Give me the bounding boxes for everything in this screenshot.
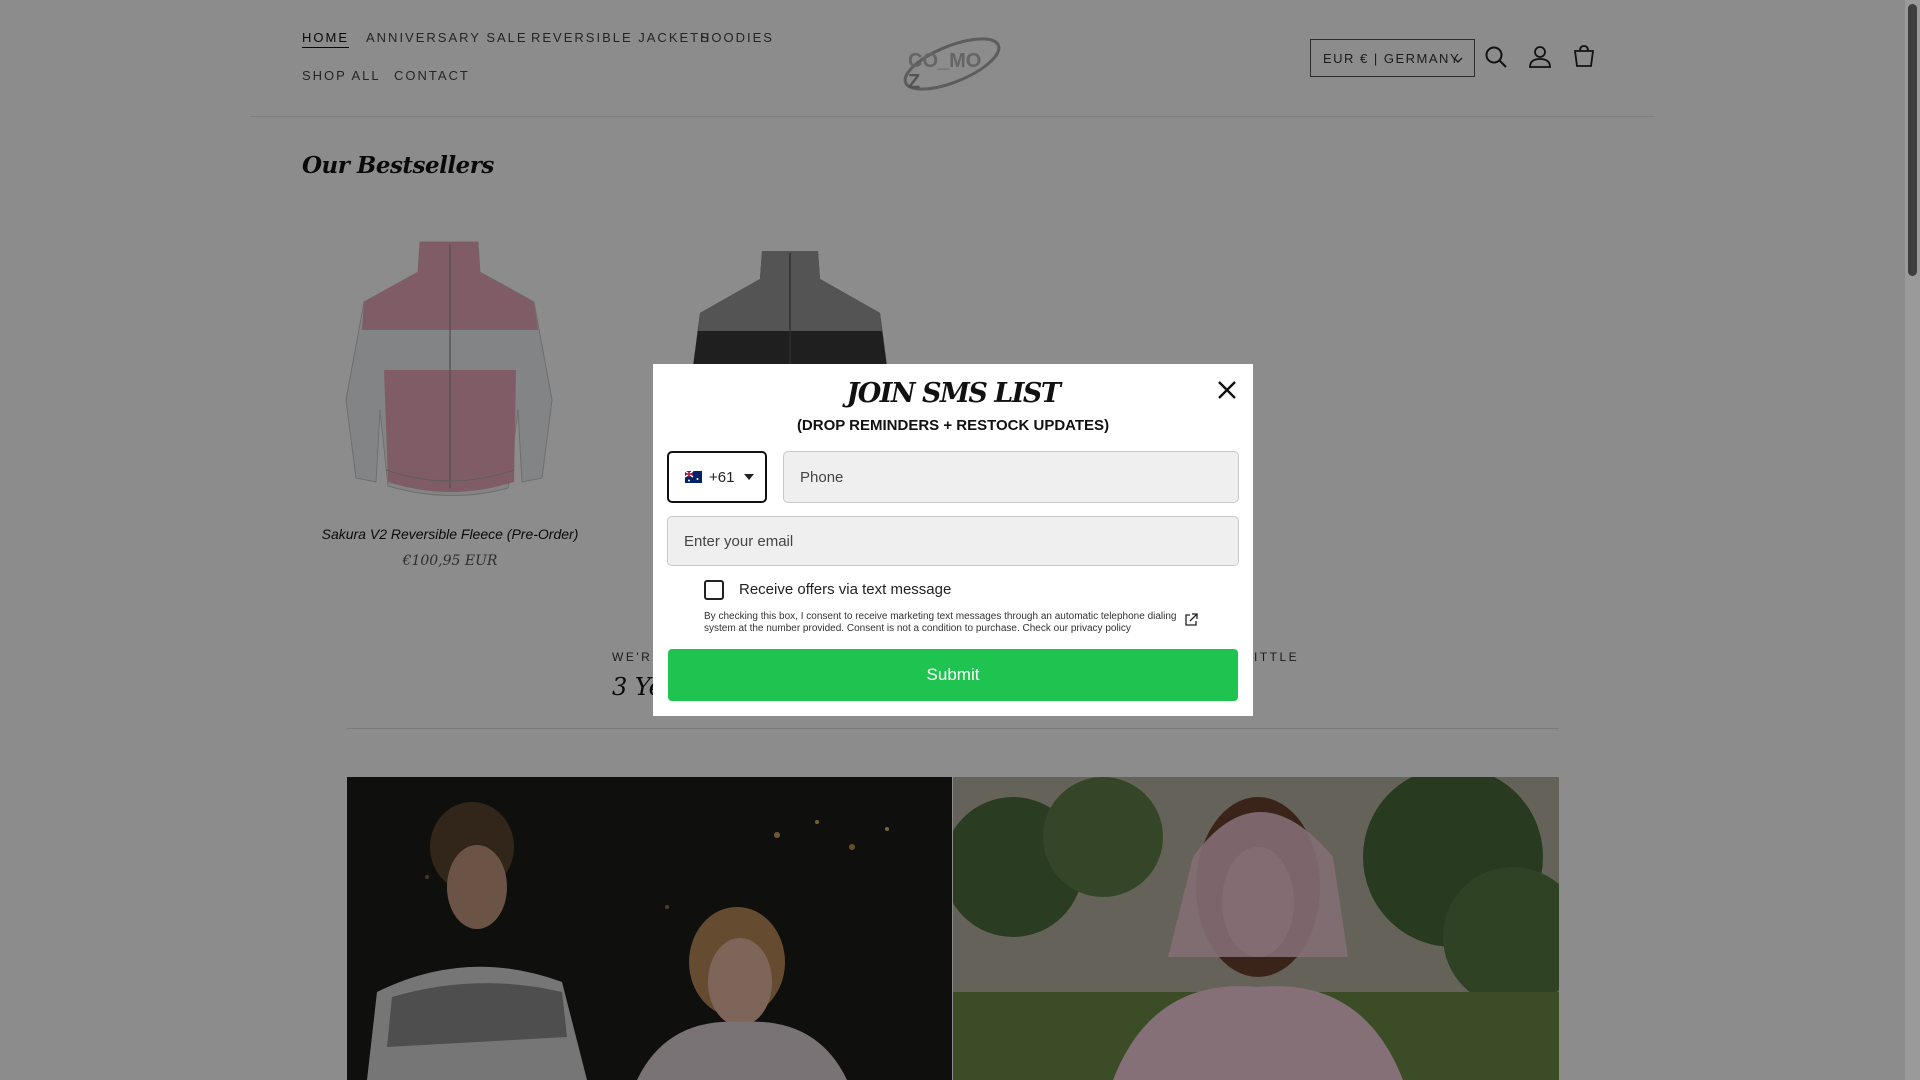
phone-input[interactable] (783, 451, 1239, 503)
australia-flag-icon (685, 471, 702, 483)
caret-down-icon (744, 474, 755, 480)
external-link-icon[interactable] (1184, 613, 1198, 627)
email-input[interactable] (667, 516, 1239, 566)
modal-title: JOIN SMS LIST (846, 378, 1062, 409)
sms-offers-checkbox[interactable] (704, 580, 724, 600)
page-scrollbar[interactable] (1905, 0, 1920, 1080)
country-code-select[interactable]: +61 (667, 451, 767, 503)
country-code-value: +61 (709, 468, 735, 486)
scrollbar-thumb[interactable] (1908, 4, 1917, 276)
checkbox-label[interactable]: Receive offers via text message (739, 581, 951, 598)
sms-signup-modal: JOIN SMS LIST (DROP REMINDERS + RESTOCK … (653, 364, 1253, 716)
close-icon[interactable] (1214, 377, 1240, 403)
modal-subtitle: (DROP REMINDERS + RESTOCK UPDATES) (796, 417, 1110, 434)
submit-button[interactable]: Submit (668, 649, 1238, 701)
consent-text: By checking this box, I consent to recei… (704, 611, 1177, 634)
